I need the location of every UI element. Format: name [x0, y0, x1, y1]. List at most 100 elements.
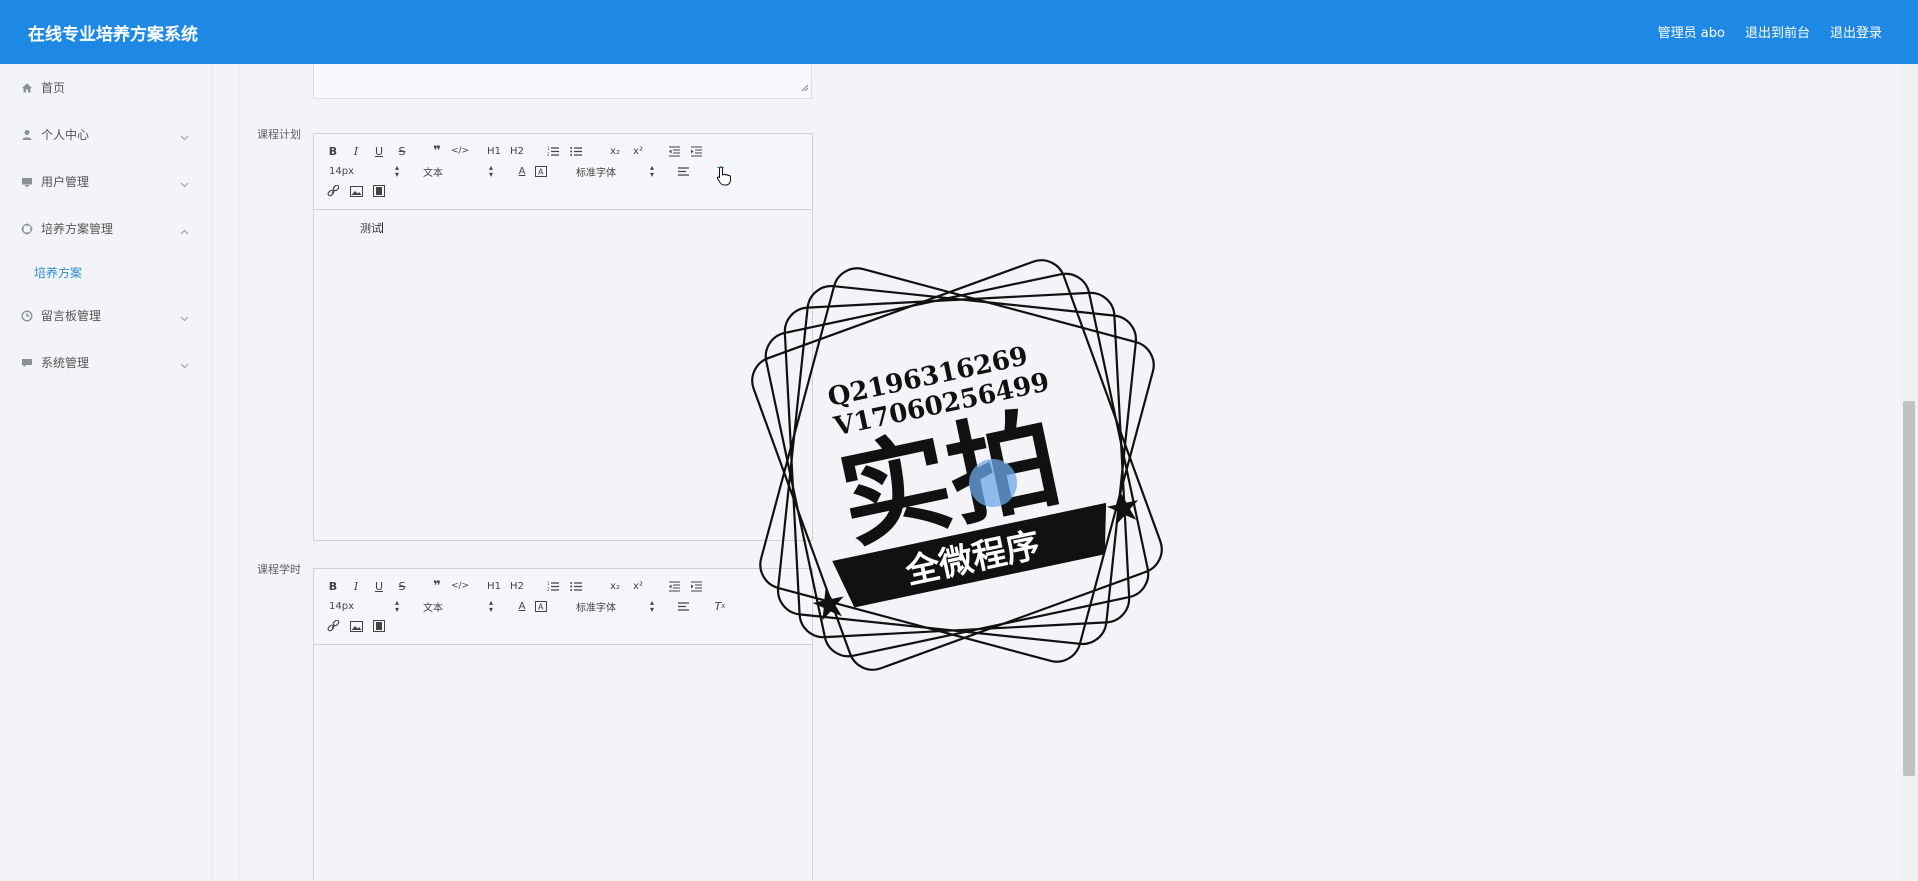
font-size-value: 14px: [329, 600, 354, 612]
indent-icon[interactable]: [688, 143, 704, 159]
font-size-value: 14px: [329, 165, 354, 177]
header1-button[interactable]: H1: [485, 578, 503, 594]
select-arrows-icon: ▴ ▾: [649, 598, 654, 614]
subscript-button[interactable]: x₂: [607, 578, 623, 594]
header-select-value: 文本: [423, 167, 443, 179]
chevron-down-icon: [180, 177, 189, 191]
font-size-select[interactable]: 14px ▴ ▾: [329, 599, 399, 614]
align-icon[interactable]: [675, 598, 691, 614]
header-select-value: 文本: [423, 602, 443, 614]
background-color-icon[interactable]: A: [533, 598, 549, 614]
editor-content[interactable]: 测试: [314, 210, 812, 540]
sidebar-subitem-plan[interactable]: 培养方案: [0, 252, 211, 292]
text-caret: [382, 222, 383, 233]
header-select[interactable]: 文本 ▴ ▾: [423, 164, 493, 179]
course-plan-label: 课程计划: [257, 128, 301, 141]
editor-text-value: 测试: [360, 222, 382, 235]
align-icon[interactable]: [675, 163, 691, 179]
strike-button[interactable]: S: [394, 143, 410, 159]
link-icon[interactable]: [325, 183, 341, 199]
resize-handle-icon[interactable]: [801, 77, 809, 96]
text-color-icon[interactable]: A: [514, 598, 530, 614]
admin-user-link[interactable]: 管理员 abo: [1658, 22, 1725, 41]
link-icon[interactable]: [325, 618, 341, 634]
home-icon: [20, 81, 34, 95]
text-color-icon[interactable]: A: [514, 163, 530, 179]
clear-format-icon[interactable]: Tx: [712, 598, 728, 614]
top-header: 在线专业培养方案系统 管理员 abo 退出到前台 退出登录: [0, 0, 1918, 64]
select-arrows-icon: ▴ ▾: [488, 598, 493, 614]
previous-textarea[interactable]: [313, 64, 812, 99]
person-icon: [20, 128, 34, 142]
blockquote-icon[interactable]: ❞: [429, 578, 445, 594]
chat-icon: [20, 356, 34, 370]
sidebar-item-home[interactable]: 首页: [0, 64, 211, 111]
bold-button[interactable]: B: [325, 143, 341, 159]
logout-link[interactable]: 退出登录: [1830, 22, 1882, 41]
svg-text:A: A: [538, 167, 544, 176]
sidebar-item-user-management[interactable]: 用户管理: [0, 158, 211, 205]
ordered-list-icon[interactable]: 12: [545, 578, 561, 594]
header-nav: 管理员 abo 退出到前台 退出登录: [1658, 22, 1882, 41]
italic-button[interactable]: I: [348, 143, 364, 159]
course-plan-editor[interactable]: B I U S ❞ </> H1 H2 12 x₂ x² 14px ▴ ▾ 文本 ▴ ▾…: [313, 133, 813, 541]
sidebar: 首页 个人中心 用户管理 培养方案管理 培养方案 留言板管理 系统管理: [0, 64, 212, 881]
editor-content[interactable]: [314, 645, 812, 881]
chevron-down-icon: [180, 130, 189, 144]
sidebar-item-label: 首页: [41, 81, 66, 95]
bold-button[interactable]: B: [325, 578, 341, 594]
underline-button[interactable]: U: [371, 143, 387, 159]
outdent-icon[interactable]: [666, 578, 682, 594]
font-family-select[interactable]: 标准字体 ▴ ▾: [576, 163, 654, 179]
svg-text:1: 1: [547, 581, 550, 586]
select-arrows-icon: ▴ ▾: [649, 163, 654, 179]
sidebar-item-label: 培养方案管理: [41, 222, 114, 236]
sidebar-item-label: 系统管理: [41, 356, 90, 370]
code-block-icon[interactable]: </>: [451, 578, 469, 594]
video-icon[interactable]: [371, 183, 387, 199]
subscript-button[interactable]: x₂: [607, 143, 623, 159]
svg-text:1: 1: [547, 146, 550, 151]
underline-button[interactable]: U: [371, 578, 387, 594]
sidebar-item-label: 用户管理: [41, 175, 90, 189]
indent-icon[interactable]: [688, 578, 704, 594]
italic-button[interactable]: I: [348, 578, 364, 594]
code-block-icon[interactable]: </>: [451, 143, 469, 159]
chevron-up-icon: [180, 224, 189, 238]
sidebar-item-label: 留言板管理: [41, 309, 102, 323]
bullet-list-icon[interactable]: [568, 578, 584, 594]
back-to-frontend-link[interactable]: 退出到前台: [1745, 22, 1810, 41]
course-hours-editor[interactable]: B I U S ❞ </> H1 H2 12 x₂ x² 14px ▴ ▾ 文本 ▴ ▾…: [313, 568, 813, 881]
monitor-icon: [20, 175, 34, 189]
sidebar-subitem-label: 培养方案: [34, 265, 83, 280]
superscript-button[interactable]: x²: [630, 578, 646, 594]
image-icon[interactable]: [348, 183, 364, 199]
video-icon[interactable]: [371, 618, 387, 634]
sidebar-item-message-board[interactable]: 留言板管理: [0, 292, 211, 339]
sidebar-item-plan-management[interactable]: 培养方案管理: [0, 205, 211, 252]
outdent-icon[interactable]: [666, 143, 682, 159]
bullet-list-icon[interactable]: [568, 143, 584, 159]
sidebar-item-system-management[interactable]: 系统管理: [0, 339, 211, 386]
clock-icon: [20, 309, 34, 323]
header2-button[interactable]: H2: [508, 578, 526, 594]
page-scrollbar[interactable]: [1900, 64, 1918, 881]
superscript-button[interactable]: x²: [630, 143, 646, 159]
target-icon: [20, 222, 34, 236]
sidebar-item-personal-center[interactable]: 个人中心: [0, 111, 211, 158]
image-icon[interactable]: [348, 618, 364, 634]
svg-text:A: A: [538, 602, 544, 611]
font-family-value: 标准字体: [576, 167, 616, 179]
blockquote-icon[interactable]: ❞: [429, 143, 445, 159]
font-size-select[interactable]: 14px ▴ ▾: [329, 164, 399, 179]
background-color-icon[interactable]: A: [533, 163, 549, 179]
hand-cursor-icon: [716, 166, 732, 190]
scrollbar-thumb[interactable]: [1903, 401, 1915, 776]
sidebar-item-label: 个人中心: [41, 128, 90, 142]
ordered-list-icon[interactable]: 12: [545, 143, 561, 159]
strike-button[interactable]: S: [394, 578, 410, 594]
header2-button[interactable]: H2: [508, 143, 526, 159]
header-select[interactable]: 文本 ▴ ▾: [423, 598, 493, 614]
header1-button[interactable]: H1: [485, 143, 503, 159]
font-family-select[interactable]: 标准字体 ▴ ▾: [576, 598, 654, 614]
